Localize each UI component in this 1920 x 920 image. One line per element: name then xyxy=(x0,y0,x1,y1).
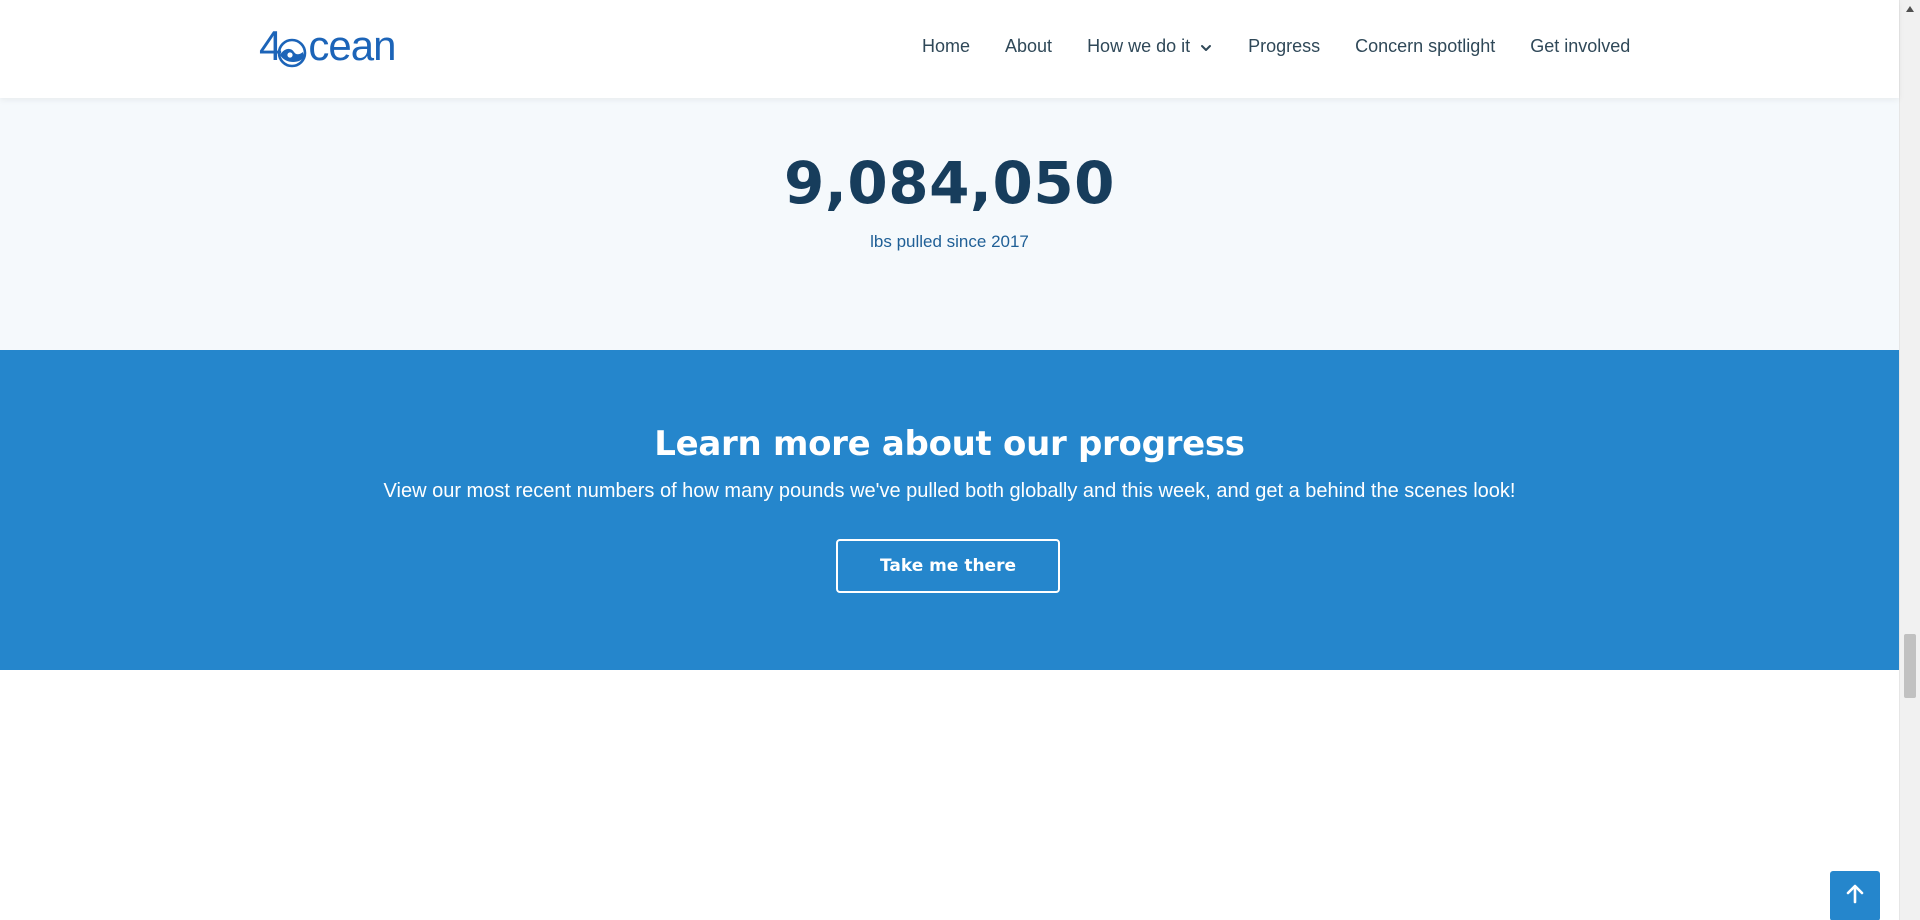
take-me-there-button[interactable]: Take me there xyxy=(836,539,1060,593)
nav-item-label: About xyxy=(1005,35,1053,56)
stat-caption: lbs pulled since 2017 xyxy=(870,232,1029,251)
scroll-up-arrow-icon[interactable] xyxy=(1900,0,1920,17)
nav-item-how-we-do-it[interactable]: How we do it xyxy=(1087,36,1213,57)
nav-item-get-involved[interactable]: Get involved xyxy=(1530,36,1630,57)
logo[interactable]: 4 cean xyxy=(259,22,396,69)
nav-item-home[interactable]: Home xyxy=(922,36,970,57)
chevron-down-icon[interactable] xyxy=(1199,39,1213,53)
cta-section: Learn more about our progress View our m… xyxy=(0,350,1899,670)
page: 4 cean Home About How we do it Progress … xyxy=(0,0,1920,920)
nav-item-label: Home xyxy=(922,35,971,56)
nav-item-about[interactable]: About xyxy=(1005,36,1052,57)
cta-title: Learn more about our progress xyxy=(654,424,1245,464)
page-content: 4 cean Home About How we do it Progress … xyxy=(0,0,1899,920)
arrow-up-icon xyxy=(1844,883,1866,910)
logo-text-suffix: cean xyxy=(308,22,396,69)
nav-item-label: Concern spotlight xyxy=(1355,35,1496,56)
cta-text: View our most recent numbers of how many… xyxy=(383,480,1516,502)
stat-section: 9,084,050 lbs pulled since 2017 xyxy=(0,98,1899,350)
wave-logo-icon xyxy=(277,33,307,68)
nav-item-label: How we do it xyxy=(1087,35,1191,56)
nav-item-concern-spotlight[interactable]: Concern spotlight xyxy=(1355,36,1495,57)
nav-item-label: Progress xyxy=(1248,35,1321,56)
nav-item-label: Get involved xyxy=(1530,35,1631,56)
scroll-to-top-button[interactable] xyxy=(1830,871,1880,920)
nav-item-progress[interactable]: Progress xyxy=(1248,36,1320,57)
site-header: 4 cean Home About How we do it Progress … xyxy=(0,0,1899,98)
stat-number: 9,084,050 xyxy=(783,149,1116,217)
scrollbar-thumb[interactable] xyxy=(1904,634,1916,698)
vertical-scrollbar[interactable] xyxy=(1899,0,1920,920)
main-nav: Home About How we do it Progress Concern… xyxy=(922,0,1630,92)
